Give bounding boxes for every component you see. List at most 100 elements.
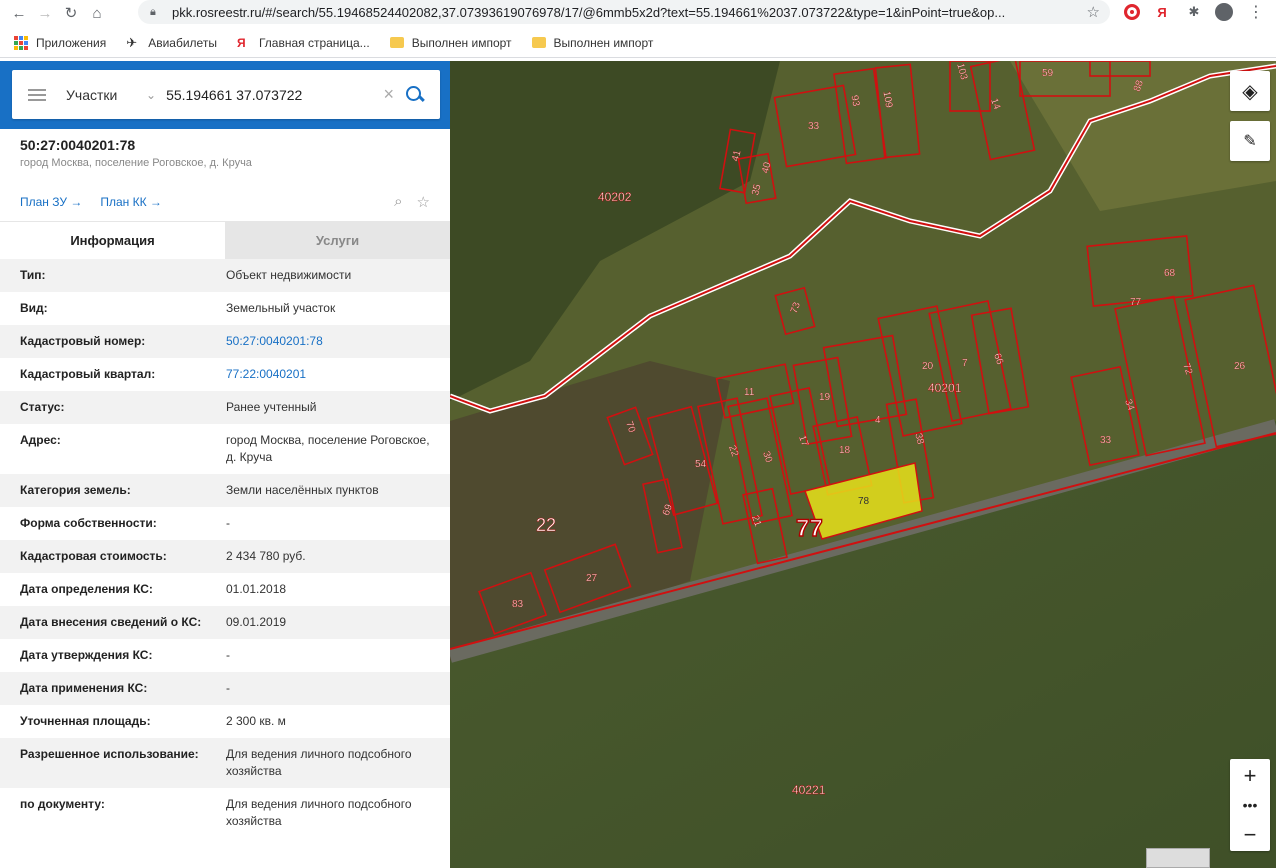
- info-row: Дата определения КС: 01.01.2018: [0, 573, 450, 606]
- info-label: Дата определения КС:: [20, 582, 153, 596]
- info-label: Адрес:: [20, 433, 61, 447]
- info-value: город Москва, поселение Роговское, д. Кр…: [226, 433, 430, 464]
- info-panel: Участки ⌄ 55.194661 37.073722 × 50:27:00…: [0, 61, 450, 868]
- search-box: Участки ⌄ 55.194661 37.073722 ×: [12, 70, 440, 119]
- parcel-label: 26: [1234, 361, 1246, 372]
- info-row: Дата применения КС: -: [0, 672, 450, 705]
- tab-services[interactable]: Услуги: [225, 222, 450, 259]
- info-value: 2 434 780 руб.: [226, 549, 306, 563]
- info-label: Дата утверждения КС:: [20, 648, 153, 662]
- parcel-label: 27: [586, 573, 598, 584]
- measure-button[interactable]: ✎: [1230, 121, 1270, 161]
- parcel-label: 33: [808, 121, 820, 132]
- favorite-star-icon[interactable]: ☆: [417, 193, 430, 211]
- yandex-icon: Я: [236, 35, 246, 50]
- info-label: Форма собственности:: [20, 516, 157, 530]
- bookmark-star-icon[interactable]: ☆: [1087, 3, 1100, 21]
- apps-grid-icon: [14, 35, 28, 50]
- info-value: Ранее учтенный: [226, 400, 317, 414]
- parcel-label: 20: [922, 361, 934, 372]
- info-row: Уточненная площадь: 2 300 кв. м: [0, 705, 450, 738]
- parcel-label: 18: [839, 445, 851, 456]
- zoom-out-button[interactable]: −: [1230, 818, 1270, 851]
- tab-info[interactable]: Информация: [0, 222, 225, 259]
- info-row: Дата внесения сведений о КС: 09.01.2019: [0, 606, 450, 639]
- plan-links: План ЗУ → План КК → ⌕ ☆: [0, 191, 450, 213]
- info-row: Статус: Ранее учтенный: [0, 391, 450, 424]
- browser-toolbar: ← → ↻ ⌂ 🔒︎ pkk.rosreestr.ru/#/search/55.…: [0, 0, 1276, 26]
- info-row: Разрешенное использование: Для ведения ли…: [0, 738, 450, 788]
- info-value: 01.01.2018: [226, 582, 287, 596]
- parcel-label: 4: [875, 415, 881, 426]
- info-row: Дата утверждения КС: -: [0, 639, 450, 672]
- home-icon[interactable]: ⌂: [84, 2, 110, 24]
- address-bar[interactable]: 🔒︎ pkk.rosreestr.ru/#/search/55.19468524…: [138, 0, 1110, 24]
- info-label: Уточненная площадь:: [20, 714, 151, 728]
- info-label: Статус:: [20, 400, 65, 414]
- bookmark-apps[interactable]: Приложения: [14, 35, 106, 50]
- parcel-label: 7: [962, 358, 968, 369]
- quarter-label: 40201: [928, 381, 962, 395]
- info-label: по документу:: [20, 797, 105, 811]
- zoom-to-object-icon[interactable]: ⌕: [394, 193, 402, 211]
- bookmark-import-2[interactable]: Выполнен импорт: [531, 36, 653, 50]
- plan-kk-link[interactable]: План КК →: [100, 195, 162, 209]
- info-label: Кадастровая стоимость:: [20, 549, 167, 563]
- reload-icon[interactable]: ↻: [58, 2, 84, 24]
- chevron-down-icon[interactable]: ⌄: [146, 88, 156, 102]
- opera-extension-icon[interactable]: [1122, 2, 1142, 22]
- bookmark-label: Выполнен импорт: [411, 35, 512, 50]
- object-header: 50:27:0040201:78 город Москва, поселение…: [0, 129, 450, 191]
- cadastral-quarter-link[interactable]: 77:22:0040201: [226, 366, 436, 383]
- info-label: Дата применения КС:: [20, 681, 148, 695]
- search-input[interactable]: 55.194661 37.073722: [166, 87, 383, 103]
- plan-zu-link[interactable]: План ЗУ →: [20, 195, 82, 209]
- parcel-label: 11: [744, 387, 755, 398]
- info-value: Для ведения личного подсобного хозяйства: [226, 797, 412, 828]
- object-cadastral-number: 50:27:0040201:78: [20, 137, 136, 153]
- minimap[interactable]: [1146, 848, 1210, 868]
- yandex-extension-icon[interactable]: Я: [1152, 2, 1172, 22]
- info-value: Земли населённых пунктов: [226, 483, 379, 497]
- info-value: -: [226, 516, 230, 530]
- extensions-puzzle-icon[interactable]: ✱: [1184, 2, 1204, 22]
- info-row: по документу: Для ведения личного подсобн…: [0, 788, 450, 838]
- parcel-label: 54: [695, 459, 707, 470]
- selected-parcel-label: 78: [858, 496, 870, 507]
- bookmarks-bar: Приложения ✈ Авиабилеты Я Главная страни…: [0, 28, 1276, 58]
- tabs: Информация Услуги: [0, 221, 450, 259]
- bookmark-avia[interactable]: ✈ Авиабилеты: [126, 35, 217, 50]
- menu-icon[interactable]: [28, 86, 46, 104]
- bookmark-yandex[interactable]: Я Главная страница...: [237, 36, 370, 50]
- info-row: Категория земель: Земли населённых пункто…: [0, 474, 450, 507]
- ruler-icon: ✎: [1243, 133, 1257, 150]
- info-value: Земельный участок: [226, 301, 336, 315]
- layers-button[interactable]: ◈: [1230, 71, 1270, 111]
- info-label: Разрешенное использование:: [20, 747, 199, 761]
- parcel-label: 33: [1100, 435, 1112, 446]
- search-icon[interactable]: [404, 84, 426, 106]
- bookmark-import-1[interactable]: Выполнен импорт: [389, 35, 512, 50]
- forward-icon[interactable]: →: [32, 2, 58, 24]
- browser-menu-icon[interactable]: ⋮: [1246, 2, 1266, 22]
- cadastral-number-link[interactable]: 50:27:0040201:78: [226, 333, 436, 350]
- clear-icon[interactable]: ×: [383, 84, 394, 105]
- folder-icon: [389, 37, 404, 48]
- parcel-label: 77: [1130, 297, 1142, 308]
- more-options-icon[interactable]: •••: [1230, 792, 1270, 818]
- map-view[interactable]: 59 93 109 103 14 88 33 41 40 35 68 77 73…: [450, 61, 1276, 868]
- info-row: Тип: Объект недвижимости: [0, 259, 450, 292]
- info-label: Категория земель:: [20, 483, 131, 497]
- back-icon[interactable]: ←: [6, 2, 32, 24]
- profile-avatar-icon[interactable]: [1214, 2, 1234, 22]
- layer-select[interactable]: Участки: [66, 87, 146, 103]
- info-label: Вид:: [20, 301, 48, 315]
- info-row: Кадастровая стоимость: 2 434 780 руб.: [0, 540, 450, 573]
- info-label: Дата внесения сведений о КС:: [20, 615, 202, 629]
- zoom-in-button[interactable]: +: [1230, 759, 1270, 792]
- info-value: Объект недвижимости: [226, 268, 352, 282]
- quarter-label: 40221: [792, 783, 826, 797]
- layers-icon: ◈: [1242, 80, 1258, 103]
- info-value: 09.01.2019: [226, 615, 287, 629]
- search-band: Участки ⌄ 55.194661 37.073722 ×: [0, 61, 450, 129]
